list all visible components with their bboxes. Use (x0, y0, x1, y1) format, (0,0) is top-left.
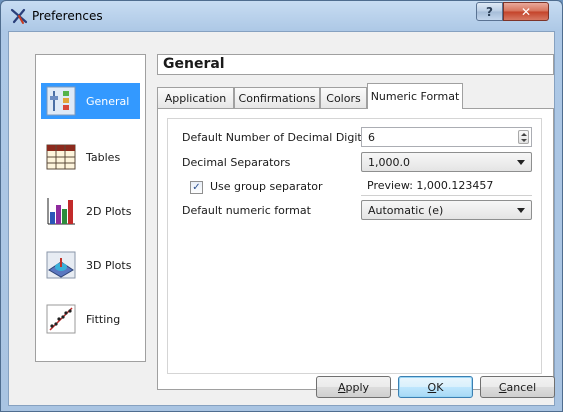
decimal-digits-value: 6 (368, 130, 375, 144)
chevron-down-icon (517, 160, 525, 165)
sidebar-item-label: Fitting (86, 312, 121, 326)
general-icon (45, 85, 77, 117)
spin-arrows-icon[interactable] (518, 130, 529, 144)
cancel-label: ancel (506, 380, 537, 394)
group-separator-label[interactable]: Use group separator (210, 180, 323, 193)
title-bar[interactable]: Preferences ? ✕ (1, 1, 562, 31)
preferences-window: Preferences ? ✕ General Tables 2D Plots … (0, 0, 563, 412)
tables-icon (45, 141, 77, 173)
close-button[interactable]: ✕ (503, 2, 549, 21)
apply-button[interactable]: Apply (316, 376, 391, 398)
check-icon: ✓ (192, 181, 201, 193)
help-icon: ? (486, 4, 493, 19)
dialog-body: General Tables 2D Plots 3D Plots Fitting… (8, 31, 555, 406)
ok-accel: O (427, 380, 437, 394)
preview-text: Preview: 1,000.123457 (361, 176, 532, 196)
sidebar-item-2d-plots[interactable]: 2D Plots (41, 193, 140, 229)
sidebar-item-3d-plots[interactable]: 3D Plots (41, 247, 140, 283)
sidebar-item-label: General (86, 94, 130, 108)
2d-plots-icon (45, 195, 77, 227)
cancel-accel: C (498, 380, 507, 394)
group-separator-checkbox[interactable]: ✓ (190, 181, 203, 194)
sidebar-item-tables[interactable]: Tables (41, 139, 140, 175)
decimal-digits-spinbox[interactable]: 6 (361, 127, 532, 147)
3d-plots-icon (45, 249, 77, 281)
sidebar-item-general[interactable]: General (41, 83, 140, 119)
decimal-digits-label: Default Number of Decimal Digits (182, 131, 368, 144)
apply-label: pply (345, 380, 370, 394)
fitting-icon (45, 303, 77, 335)
window-title: Preferences (32, 9, 103, 23)
decimal-separators-select[interactable]: 1,000.0 (361, 152, 532, 172)
tab-application[interactable]: Application (157, 87, 234, 108)
default-format-value: Automatic (e) (368, 203, 444, 217)
tab-numeric-format[interactable]: Numeric Format (367, 83, 463, 109)
cancel-button[interactable]: Cancel (480, 376, 555, 398)
close-icon: ✕ (520, 4, 532, 19)
ok-button[interactable]: OK (398, 376, 473, 398)
sidebar-item-label: 2D Plots (86, 204, 132, 218)
sidebar-item-label: Tables (86, 150, 121, 164)
decimal-separators-label: Decimal Separators (182, 156, 291, 169)
sidebar-item-fitting[interactable]: Fitting (41, 301, 140, 337)
section-title: General (157, 54, 554, 75)
app-icon (10, 8, 28, 24)
default-format-select[interactable]: Automatic (e) (361, 200, 532, 220)
tab-colors[interactable]: Colors (320, 87, 367, 108)
settings-frame: Default Number of Decimal Digits 6 Decim… (167, 118, 542, 374)
tab-confirmations[interactable]: Confirmations (234, 87, 320, 108)
category-list: General Tables 2D Plots 3D Plots Fitting (35, 54, 146, 362)
decimal-separators-value: 1,000.0 (368, 155, 410, 169)
chevron-down-icon (517, 208, 525, 213)
help-button[interactable]: ? (476, 2, 503, 21)
numeric-format-panel: Default Number of Decimal Digits 6 Decim… (157, 108, 554, 390)
ok-label: K (436, 380, 444, 394)
apply-accel: A (337, 380, 346, 394)
default-format-label: Default numeric format (182, 204, 311, 217)
sidebar-item-label: 3D Plots (86, 258, 132, 272)
